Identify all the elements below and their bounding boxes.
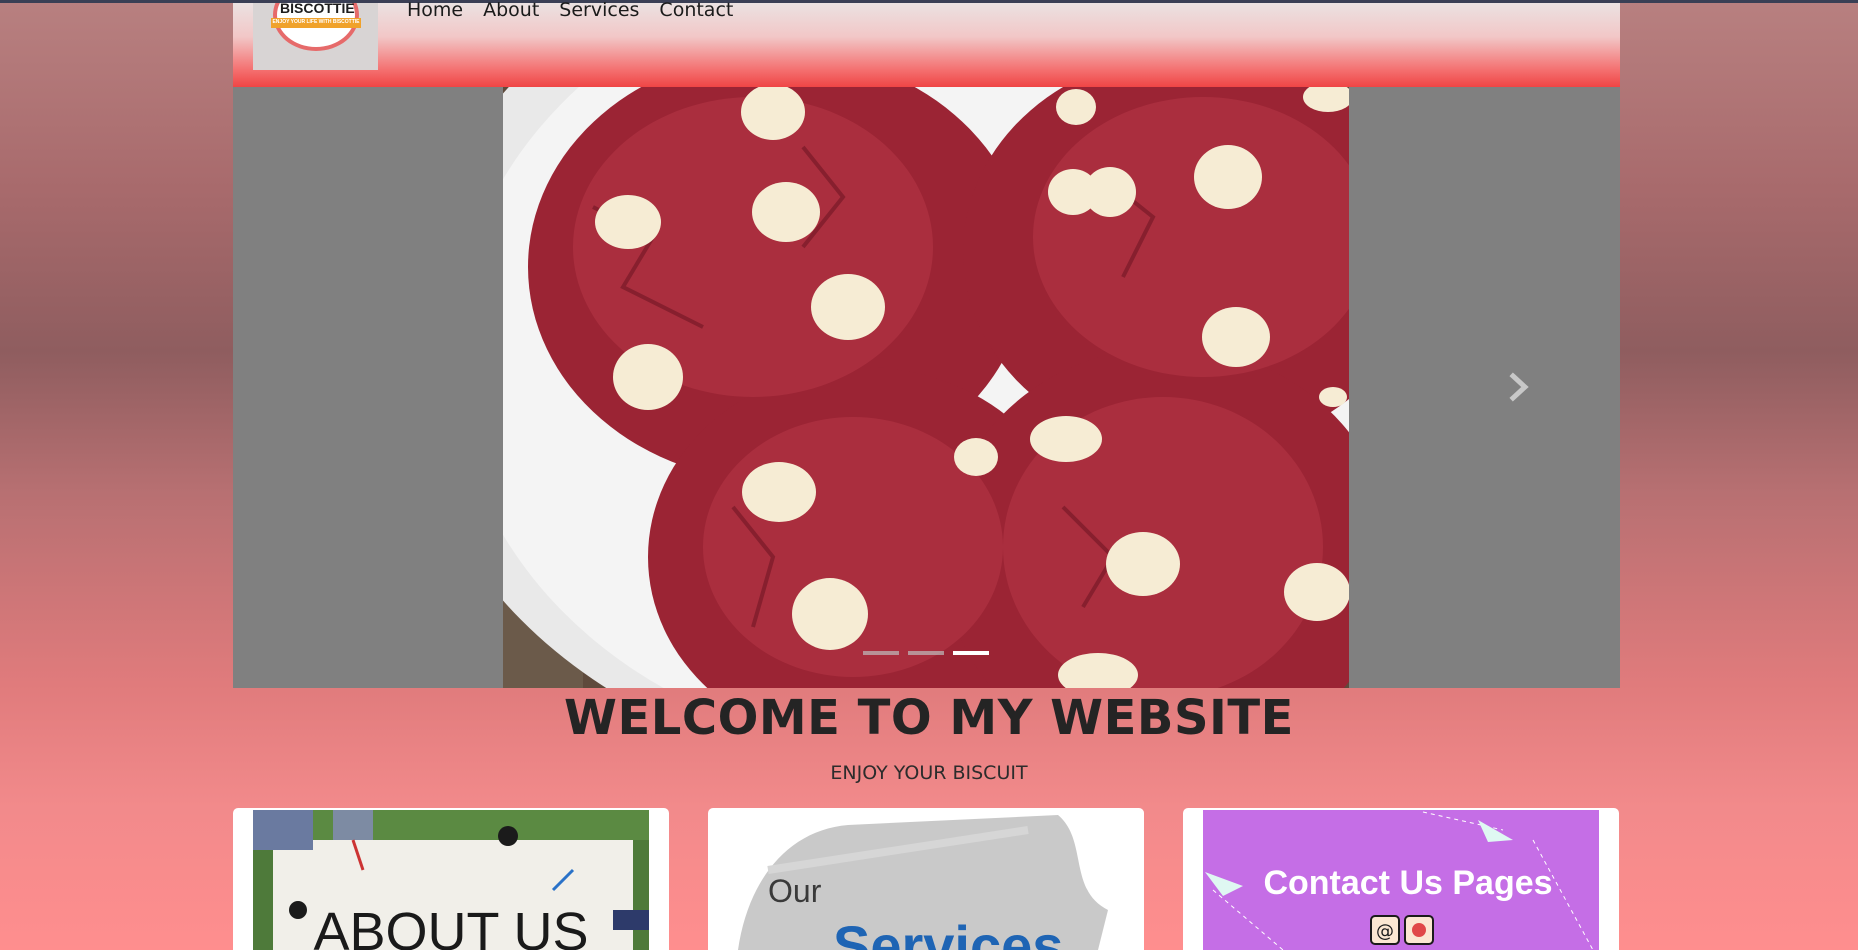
image-carousel — [233, 87, 1620, 688]
svg-text:@: @ — [1376, 921, 1394, 942]
page-title: WELCOME TO MY WEBSITE — [564, 690, 1294, 746]
nav-contact-link[interactable]: Contact — [659, 0, 733, 21]
carousel-indicator-3[interactable] — [953, 651, 989, 655]
nav-menu: Home About Services Contact — [407, 0, 733, 21]
about-card-image-text: ABOUT US — [313, 902, 588, 950]
nav-home-link[interactable]: Home — [407, 0, 463, 21]
logo[interactable]: BISCOTTIE ENJOY YOUR LIFE WITH BISCOTTIE — [253, 3, 378, 70]
contact-card-image-text: Contact Us Pages — [1263, 864, 1552, 902]
carousel-next-button[interactable] — [1505, 372, 1535, 408]
services-card-image: Our Services — [728, 810, 1124, 950]
navbar: BISCOTTIE ENJOY YOUR LIFE WITH BISCOTTIE… — [233, 0, 1620, 87]
contact-card[interactable]: Contact Us Pages @ — [1183, 808, 1619, 950]
contact-card-image: Contact Us Pages @ — [1203, 810, 1599, 950]
nav-about-link[interactable]: About — [483, 0, 539, 21]
services-card-image-text-our: Our — [768, 873, 822, 909]
services-card-image-text-services: Services — [833, 914, 1063, 950]
about-card[interactable]: ABOUT US — [233, 808, 669, 950]
nav-services-link[interactable]: Services — [559, 0, 639, 21]
carousel-indicators — [863, 651, 989, 655]
page-subtitle: ENJOY YOUR BISCUIT — [830, 762, 1028, 784]
carousel-slide-image — [503, 87, 1349, 688]
carousel-indicator-2[interactable] — [908, 651, 944, 655]
carousel-indicator-1[interactable] — [863, 651, 899, 655]
logo-name: BISCOTTIE — [280, 3, 355, 16]
logo-tagline: ENJOY YOUR LIFE WITH BISCOTTIE — [272, 19, 360, 25]
services-card[interactable]: Our Services — [708, 808, 1144, 950]
about-card-image: ABOUT US — [253, 810, 649, 950]
chevron-right-icon — [1509, 372, 1529, 402]
